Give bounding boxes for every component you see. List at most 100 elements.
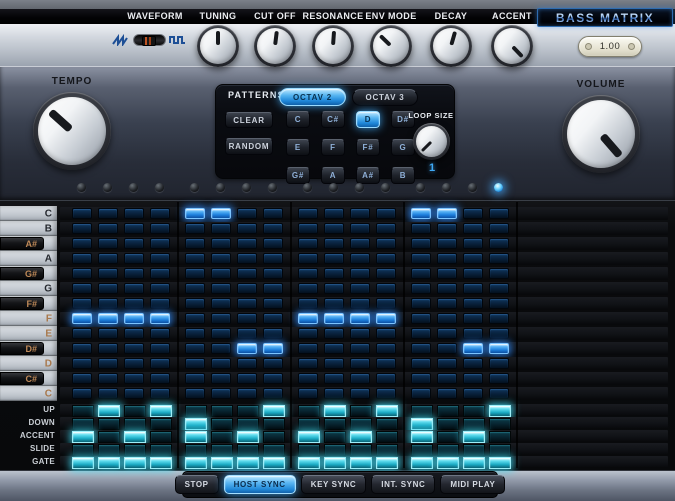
step-cell-fs6-5[interactable]	[185, 298, 205, 309]
control-step-down-10[interactable]	[324, 418, 346, 430]
control-step-slide-11[interactable]	[350, 444, 372, 456]
control-step-gate-5[interactable]	[185, 457, 207, 469]
step-cell-d10-11[interactable]	[350, 358, 370, 369]
black-key-fs[interactable]: F#	[0, 297, 44, 310]
control-step-down-5[interactable]	[185, 418, 207, 430]
control-step-up-9[interactable]	[298, 405, 320, 417]
key-fs-row[interactable]: F#	[0, 296, 57, 311]
control-step-gate-2[interactable]	[98, 457, 120, 469]
tuning-knob[interactable]	[197, 25, 239, 67]
step-cell-g5-5[interactable]	[185, 283, 205, 294]
step-cell-ds9-8[interactable]	[263, 343, 283, 354]
step-cell-g5-16[interactable]	[489, 283, 509, 294]
control-step-accent-6[interactable]	[211, 431, 233, 443]
control-step-accent-10[interactable]	[324, 431, 346, 443]
step-cell-f7-15[interactable]	[463, 313, 483, 324]
step-cell-c0-11[interactable]	[350, 208, 370, 219]
step-cell-as2-1[interactable]	[72, 238, 92, 249]
step-cell-a3-12[interactable]	[376, 253, 396, 264]
step-cell-c12-1[interactable]	[72, 388, 92, 399]
step-cell-c0-6[interactable]	[211, 208, 231, 219]
key-f-row[interactable]: F	[0, 311, 57, 326]
control-step-slide-6[interactable]	[211, 444, 233, 456]
step-cell-c0-3[interactable]	[124, 208, 144, 219]
step-cell-c12-8[interactable]	[263, 388, 283, 399]
step-cell-gs4-15[interactable]	[463, 268, 483, 279]
step-cell-cs11-15[interactable]	[463, 373, 483, 384]
step-cell-as2-13[interactable]	[411, 238, 431, 249]
step-cell-b1-9[interactable]	[298, 223, 318, 234]
key-d-row[interactable]: D	[0, 356, 57, 371]
step-cell-c12-7[interactable]	[237, 388, 257, 399]
step-cell-as2-12[interactable]	[376, 238, 396, 249]
control-step-down-8[interactable]	[263, 418, 285, 430]
step-cell-c0-4[interactable]	[150, 208, 170, 219]
step-cell-d10-16[interactable]	[489, 358, 509, 369]
step-cell-f7-7[interactable]	[237, 313, 257, 324]
step-cell-a3-16[interactable]	[489, 253, 509, 264]
step-cell-c12-5[interactable]	[185, 388, 205, 399]
step-cell-e8-13[interactable]	[411, 328, 431, 339]
step-cell-d10-3[interactable]	[124, 358, 144, 369]
step-cell-f7-9[interactable]	[298, 313, 318, 324]
step-cell-a3-15[interactable]	[463, 253, 483, 264]
step-cell-a3-5[interactable]	[185, 253, 205, 264]
control-step-up-12[interactable]	[376, 405, 398, 417]
step-cell-as2-7[interactable]	[237, 238, 257, 249]
cutoff-knob[interactable]	[254, 25, 296, 67]
step-cell-a3-6[interactable]	[211, 253, 231, 264]
transport-button-ints-sync[interactable]: INT. SYNC	[371, 475, 436, 494]
note-button-cs[interactable]: C#	[321, 111, 345, 128]
control-step-down-12[interactable]	[376, 418, 398, 430]
step-cell-a3-4[interactable]	[150, 253, 170, 264]
resonance-knob[interactable]	[312, 25, 354, 67]
control-step-down-11[interactable]	[350, 418, 372, 430]
step-cell-cs11-16[interactable]	[489, 373, 509, 384]
control-step-slide-16[interactable]	[489, 444, 511, 456]
note-button-as[interactable]: A#	[356, 167, 380, 184]
control-step-gate-3[interactable]	[124, 457, 146, 469]
step-cell-b1-1[interactable]	[72, 223, 92, 234]
step-cell-d10-5[interactable]	[185, 358, 205, 369]
tempo-knob[interactable]	[33, 92, 111, 170]
step-cell-f7-10[interactable]	[324, 313, 344, 324]
step-cell-f7-16[interactable]	[489, 313, 509, 324]
step-cell-e8-3[interactable]	[124, 328, 144, 339]
control-step-gate-11[interactable]	[350, 457, 372, 469]
control-step-up-1[interactable]	[72, 405, 94, 417]
step-cell-gs4-8[interactable]	[263, 268, 283, 279]
waveform-switch[interactable]	[112, 32, 186, 48]
step-cell-c0-16[interactable]	[489, 208, 509, 219]
control-step-down-16[interactable]	[489, 418, 511, 430]
control-step-slide-8[interactable]	[263, 444, 285, 456]
decay-knob[interactable]	[430, 25, 472, 67]
step-cell-b1-16[interactable]	[489, 223, 509, 234]
control-step-down-9[interactable]	[298, 418, 320, 430]
step-cell-b1-15[interactable]	[463, 223, 483, 234]
step-cell-f7-8[interactable]	[263, 313, 283, 324]
control-step-up-16[interactable]	[489, 405, 511, 417]
step-cell-cs11-8[interactable]	[263, 373, 283, 384]
step-cell-g5-3[interactable]	[124, 283, 144, 294]
control-step-slide-3[interactable]	[124, 444, 146, 456]
envmode-knob[interactable]	[370, 25, 412, 67]
transport-button-key-sync[interactable]: KEY SYNC	[300, 475, 367, 494]
waveform-toggle-knob[interactable]	[142, 36, 156, 46]
step-cell-e8-16[interactable]	[489, 328, 509, 339]
step-cell-fs6-7[interactable]	[237, 298, 257, 309]
step-cell-cs11-10[interactable]	[324, 373, 344, 384]
control-step-accent-7[interactable]	[237, 431, 259, 443]
step-cell-e8-4[interactable]	[150, 328, 170, 339]
step-cell-a3-1[interactable]	[72, 253, 92, 264]
step-cell-b1-8[interactable]	[263, 223, 283, 234]
control-step-gate-4[interactable]	[150, 457, 172, 469]
step-cell-c12-4[interactable]	[150, 388, 170, 399]
control-step-accent-1[interactable]	[72, 431, 94, 443]
step-cell-c0-9[interactable]	[298, 208, 318, 219]
step-cell-gs4-7[interactable]	[237, 268, 257, 279]
step-cell-b1-5[interactable]	[185, 223, 205, 234]
step-cell-f7-3[interactable]	[124, 313, 144, 324]
octave-button-octav-2[interactable]: OCTAV 2	[279, 88, 346, 106]
control-step-up-2[interactable]	[98, 405, 120, 417]
control-step-gate-6[interactable]	[211, 457, 233, 469]
